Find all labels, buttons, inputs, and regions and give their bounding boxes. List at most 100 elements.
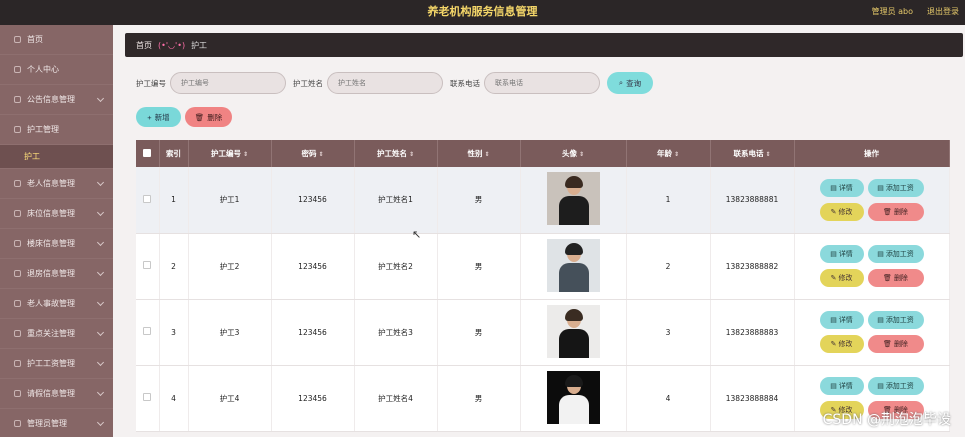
sort-icon[interactable]: ⇕: [318, 151, 323, 158]
chevron-down-icon: [96, 178, 105, 187]
chevron-down-icon: [96, 418, 105, 427]
remove-button[interactable]: 🗑 删除: [867, 269, 924, 287]
edit-button[interactable]: ✎ 修改: [819, 269, 864, 287]
sidebar-item[interactable]: 退房信息管理: [0, 259, 113, 289]
chevron-down-icon: [96, 268, 105, 277]
sidebar-item[interactable]: 老人事故管理: [0, 289, 113, 319]
sidebar-item[interactable]: 老人信息管理: [0, 169, 113, 199]
sidebar-item[interactable]: 首页: [0, 25, 113, 55]
sort-icon[interactable]: ⇕: [484, 151, 489, 158]
header-password[interactable]: 密码 ⇕: [271, 140, 355, 167]
cell-avatar: [520, 167, 627, 234]
edit-button[interactable]: ✎ 修改: [819, 335, 864, 353]
header-phone[interactable]: 联系电话 ⇕: [710, 140, 795, 167]
phone-search-input[interactable]: [484, 72, 600, 94]
trash-icon: 🗑: [194, 112, 205, 122]
table-row[interactable]: 3 护工3 123456 护工姓名3 男 3 13823888883 ▤ 详情 ▤ 添加工资 ✎ 修改 🗑…: [136, 299, 950, 366]
add-salary-button[interactable]: ▤ 添加工资: [867, 178, 924, 197]
sidebar-subitem[interactable]: 护工: [0, 145, 113, 169]
sidebar-item[interactable]: 管理员管理: [0, 409, 113, 437]
row-select-cell[interactable]: [136, 233, 160, 300]
detail-button[interactable]: ▤ 详情: [819, 377, 864, 395]
delete-label: 删除: [207, 112, 223, 122]
name-search-input[interactable]: [327, 72, 443, 94]
header-code[interactable]: 护工编号 ⇕: [188, 140, 272, 167]
batch-delete-button[interactable]: 🗑 删除: [185, 107, 232, 127]
sidebar-item-label: 老人信息管理: [27, 179, 75, 188]
sidebar-item[interactable]: 公告信息管理: [0, 85, 113, 115]
avatar: [546, 172, 600, 226]
row-select-cell[interactable]: [136, 299, 160, 366]
table-row[interactable]: 2 护工2 123456 护工姓名2 男 2 13823888882 ▤ 详情 ▤ 添加工资 ✎ 修改 🗑…: [136, 233, 950, 300]
sidebar-item[interactable]: 个人中心: [0, 55, 113, 85]
sidebar-item[interactable]: 床位信息管理: [0, 199, 113, 229]
sidebar-item[interactable]: 重点关注管理: [0, 319, 113, 349]
sidebar-item[interactable]: 请假信息管理: [0, 379, 113, 409]
menu-icon: [14, 96, 21, 103]
cell-operations: ▤ 详情 ▤ 添加工资 ✎ 修改 🗑 删除: [794, 167, 950, 234]
breadcrumb-current: 护工: [191, 40, 208, 50]
row-checkbox[interactable]: [143, 261, 152, 269]
select-all-cell[interactable]: [136, 140, 160, 167]
cell-password: 123456: [271, 299, 355, 366]
add-salary-button[interactable]: ▤ 添加工资: [867, 377, 924, 395]
logout-link[interactable]: 退出登录: [927, 0, 959, 24]
row-checkbox[interactable]: [143, 194, 152, 203]
pencil-icon: ✎: [830, 340, 837, 348]
breadcrumb-home[interactable]: 首页: [136, 40, 152, 51]
cell-gender: 男: [437, 167, 521, 234]
avatar: [546, 370, 600, 424]
pencil-icon: ✎: [830, 274, 837, 282]
sort-icon[interactable]: ⇕: [243, 151, 248, 158]
sidebar-item[interactable]: 护工工资管理: [0, 349, 113, 379]
add-button[interactable]: + 新增: [136, 107, 181, 127]
sidebar-item[interactable]: 护工管理: [0, 115, 113, 145]
code-search-input[interactable]: [170, 72, 286, 94]
remove-button[interactable]: 🗑 删除: [867, 335, 924, 353]
cell-operations: ▤ 详情 ▤ 添加工资 ✎ 修改 🗑 删除: [794, 233, 950, 300]
sidebar-item-label: 老人事故管理: [27, 299, 75, 308]
sort-icon[interactable]: ⇕: [674, 151, 679, 158]
row-select-cell[interactable]: [136, 167, 160, 234]
header-operations: 操作: [794, 140, 950, 167]
query-button[interactable]: ⌕ 查询: [607, 72, 653, 94]
row-checkbox[interactable]: [143, 393, 152, 401]
add-salary-button[interactable]: ▤ 添加工资: [867, 245, 924, 263]
cell-age: 3: [626, 299, 711, 366]
detail-button[interactable]: ▤ 详情: [819, 178, 864, 197]
row-select-cell[interactable]: [136, 365, 160, 432]
row-checkbox[interactable]: [143, 327, 152, 335]
cell-code: 护工3: [188, 299, 272, 366]
document-icon: ▤: [877, 382, 884, 390]
cell-phone: 13823888881: [710, 167, 795, 234]
header-avatar[interactable]: 头像 ⇕: [520, 140, 627, 167]
trash-icon: 🗑: [883, 207, 892, 216]
cell-index: 2: [159, 233, 189, 300]
sort-icon[interactable]: ⇕: [409, 151, 414, 158]
breadcrumb-separator: (•'◡'•): [158, 40, 186, 50]
mouse-cursor-icon: ↖: [412, 228, 422, 241]
chevron-down-icon: [96, 388, 105, 397]
edit-button[interactable]: ✎ 修改: [819, 202, 864, 221]
select-all-checkbox[interactable]: [143, 148, 152, 157]
detail-button[interactable]: ▤ 详情: [819, 311, 864, 329]
header-name[interactable]: 护工姓名 ⇕: [354, 140, 438, 167]
admin-label: 管理员 abo: [871, 7, 913, 16]
sort-icon[interactable]: ⇕: [579, 151, 584, 158]
sidebar-item[interactable]: 楼床信息管理: [0, 229, 113, 259]
sidebar-item-label: 公告信息管理: [27, 95, 75, 104]
sort-icon[interactable]: ⇕: [765, 151, 770, 158]
header-gender[interactable]: 性别 ⇕: [437, 140, 521, 167]
header-age[interactable]: 年龄 ⇕: [626, 140, 711, 167]
cell-code: 护工4: [188, 365, 272, 432]
detail-button[interactable]: ▤ 详情: [819, 245, 864, 263]
cell-index: 3: [159, 299, 189, 366]
add-salary-button[interactable]: ▤ 添加工资: [867, 311, 924, 329]
menu-icon: [14, 300, 21, 307]
table-row[interactable]: 1 护工1 123456 护工姓名1 男 1 13823888881 ▤ 详情 ▤ 添加工资 ✎ 修改 🗑…: [136, 167, 950, 234]
cell-password: 123456: [271, 167, 355, 234]
sidebar-item-label: 退房信息管理: [27, 269, 75, 278]
document-icon: ▤: [877, 316, 884, 324]
plus-icon: +: [147, 112, 152, 122]
remove-button[interactable]: 🗑 删除: [867, 202, 924, 221]
